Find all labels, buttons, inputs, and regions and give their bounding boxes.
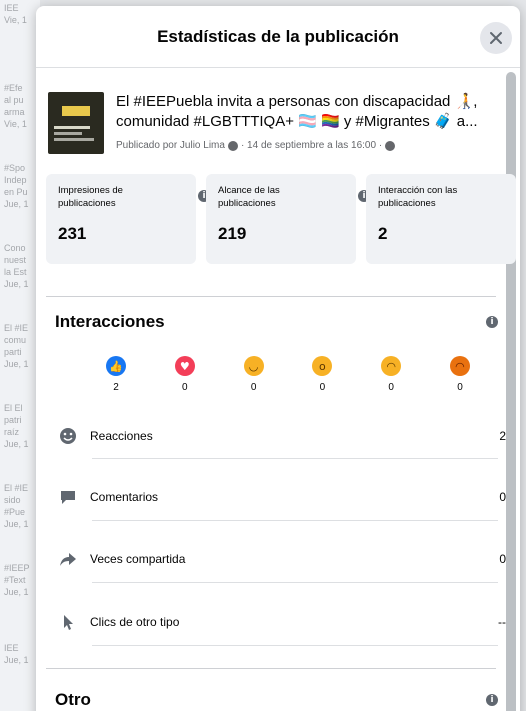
background-edge	[520, 0, 526, 711]
feed-item: El #IE sido #Pue Jue, 1	[4, 483, 29, 529]
reaction-love: ♥ 0	[167, 356, 203, 393]
profile-icon	[227, 140, 238, 151]
angry-icon: ◠	[449, 356, 470, 376]
reaction-count: 0	[388, 382, 394, 393]
globe-icon	[385, 140, 396, 151]
metric-label: Clics de otro tipo	[90, 615, 180, 629]
other-title: Otro	[55, 690, 91, 709]
share-icon	[58, 549, 78, 569]
metric-label: Comentarios	[90, 490, 159, 504]
reaction-like: 👍 2	[98, 356, 134, 393]
scrollbar[interactable]	[506, 72, 516, 711]
feed-item: El #IE comu parti Jue, 1	[4, 323, 29, 369]
stat-card-reach: Alcance de las publicaciones 219 i	[206, 174, 370, 264]
feed-item: El El patri raíz Jue, 1	[4, 403, 29, 449]
metric-value: 2	[499, 429, 506, 443]
divider	[46, 296, 496, 297]
background-feed: IEE Vie, 1 #Efe al pu arma Vie, 1 #Spo I…	[0, 0, 40, 711]
reaction-angry: ◠ 0	[442, 356, 478, 393]
divider	[92, 582, 498, 583]
metric-row-reactions[interactable]: Reacciones 2	[58, 424, 506, 448]
feed-item: #IEEP #Text Jue, 1	[4, 563, 30, 597]
stat-value: 231	[58, 224, 87, 243]
feed-item: IEE Jue, 1	[4, 643, 29, 665]
divider	[92, 458, 498, 459]
heart-icon: ♥	[174, 356, 195, 376]
reaction-haha: ◡ 0	[236, 356, 272, 393]
post-thumbnail	[48, 92, 104, 154]
cursor-icon	[58, 612, 78, 632]
metric-label: Reacciones	[90, 429, 153, 443]
stat-card-engagement: Interacción con las publicaciones 2	[366, 174, 516, 264]
feed-item: Cono nuest la Est Jue, 1	[4, 243, 29, 289]
reaction-sad: ◠ 0	[373, 356, 409, 393]
reaction-count: 0	[319, 382, 326, 393]
feed-item: #Efe al pu arma Vie, 1	[4, 83, 27, 129]
laugh-icon: ◡	[243, 356, 264, 376]
stat-label: Interacción con las publicaciones	[378, 185, 458, 209]
reaction-count: 0	[250, 382, 257, 393]
reaction-count: 0	[457, 382, 463, 393]
reaction-wow: o 0	[304, 356, 340, 393]
reactions-summary: 👍 2 ♥ 0 ◡ 0 o 0 ◠ 0 ◠ 0	[98, 356, 478, 393]
post-text: El #IEEPuebla invita a personas con disc…	[116, 93, 478, 130]
stats-cards: Impresiones de publicaciones 231 i Alcan…	[46, 174, 516, 264]
stat-card-impressions: Impresiones de publicaciones 231 i	[46, 174, 210, 264]
smiley-icon	[58, 426, 78, 446]
reaction-count: 2	[113, 382, 119, 393]
feed-item: IEE Vie, 1	[4, 3, 27, 25]
reaction-count: 0	[182, 382, 188, 393]
divider	[92, 520, 498, 521]
metric-value: 0	[499, 490, 506, 504]
sad-icon: ◠	[381, 356, 402, 376]
feed-item: #Spo Indep en Pu Jue, 1	[4, 163, 29, 209]
info-icon[interactable]: i	[486, 316, 498, 328]
metric-value: 0	[499, 552, 506, 566]
close-icon	[490, 32, 502, 44]
metric-row-comments[interactable]: Comentarios 0	[58, 485, 506, 509]
modal-header: Estadísticas de la publicación	[36, 6, 520, 68]
like-icon: 👍	[106, 356, 126, 376]
stat-value: 2	[378, 224, 388, 243]
metric-value: --	[498, 615, 506, 629]
divider	[46, 668, 496, 669]
close-button[interactable]	[480, 22, 512, 54]
interactions-title: Interacciones	[55, 312, 165, 331]
divider	[92, 645, 498, 646]
post-author: Publicado por Julio Lima	[116, 140, 225, 151]
metric-row-other-clicks[interactable]: Clics de otro tipo --	[58, 610, 506, 634]
modal-title: Estadísticas de la publicación	[157, 26, 399, 46]
stat-value: 219	[218, 224, 247, 243]
metric-label: Veces compartida	[90, 552, 186, 566]
info-icon[interactable]: i	[486, 694, 498, 706]
metric-row-shares[interactable]: Veces compartida 0	[58, 547, 506, 571]
post-meta: Publicado por Julio Lima · 14 de septiem…	[116, 140, 491, 151]
comment-icon	[58, 487, 78, 507]
post-date: · 14 de septiembre a las 16:00 ·	[240, 140, 383, 151]
post-insights-modal: Estadísticas de la publicación El #IEEPu…	[36, 6, 520, 711]
stat-label: Impresiones de publicaciones	[58, 185, 123, 209]
post-preview[interactable]: El #IEEPuebla invita a personas con disc…	[48, 92, 503, 154]
wow-icon: o	[312, 356, 333, 376]
stat-label: Alcance de las publicaciones	[218, 185, 280, 209]
